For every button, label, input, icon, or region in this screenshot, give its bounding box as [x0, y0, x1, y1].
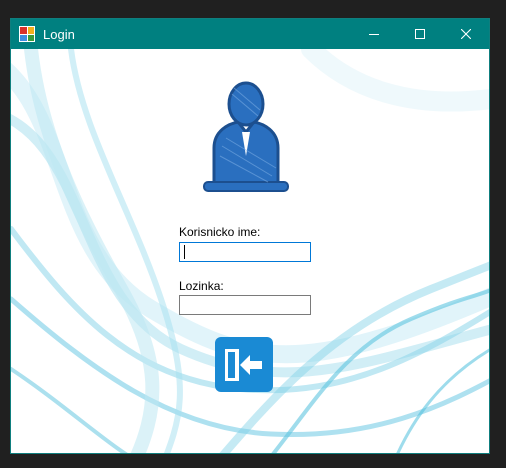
form-client-area: Korisnicko ime: Lozinka: — [11, 49, 489, 453]
login-arrow-icon — [225, 348, 262, 381]
window-title: Login — [43, 26, 75, 42]
login-window: Login Korisnicko ime: Lozinka: — [10, 18, 490, 454]
password-input[interactable] — [179, 295, 311, 315]
windows-form-icon — [19, 26, 35, 42]
username-input[interactable] — [179, 242, 311, 262]
maximize-icon — [415, 29, 425, 39]
close-icon — [461, 29, 471, 39]
minimize-icon — [369, 34, 379, 35]
username-label: Korisnicko ime: — [179, 225, 261, 239]
title-bar[interactable]: Login — [11, 19, 489, 49]
maximize-button[interactable] — [397, 19, 443, 49]
password-label: Lozinka: — [179, 279, 224, 293]
login-button[interactable] — [215, 337, 273, 392]
window-controls — [351, 19, 489, 49]
close-button[interactable] — [443, 19, 489, 49]
text-cursor — [184, 245, 185, 259]
minimize-button[interactable] — [351, 19, 397, 49]
user-avatar-icon — [192, 76, 300, 194]
